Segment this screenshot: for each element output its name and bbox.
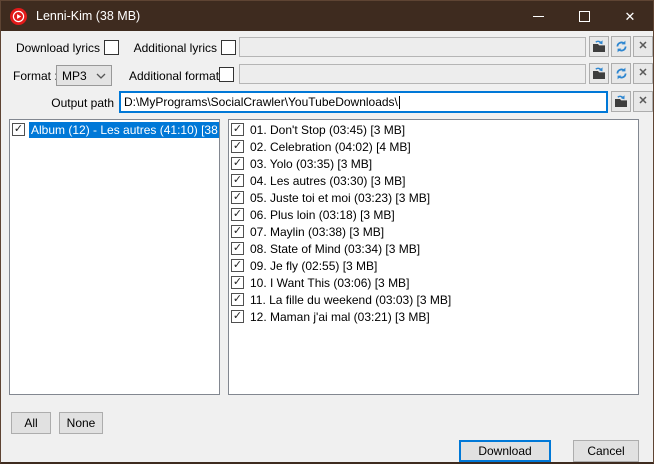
track-list-item[interactable]: 09. Je fly (02:55) [3 MB]	[229, 257, 638, 274]
additional-lyrics-field[interactable]	[239, 37, 586, 57]
additional-formats-checkbox[interactable]	[219, 67, 234, 82]
track-list-item[interactable]: 08. State of Mind (03:34) [3 MB]	[229, 240, 638, 257]
cancel-button[interactable]: Cancel	[573, 440, 639, 462]
window-controls: ✕	[515, 1, 653, 31]
folder-import-icon	[592, 67, 606, 80]
track-list-item-label: 11. La fille du weekend (03:03) [3 MB]	[248, 292, 453, 308]
close-icon: ✕	[625, 10, 636, 23]
output-path-input[interactable]: D:\MyPrograms\SocialCrawler\YouTubeDownl…	[119, 91, 608, 113]
additional-lyrics-checkbox[interactable]	[221, 40, 236, 55]
checkbox-icon[interactable]	[231, 310, 244, 323]
output-path-label: Output path	[29, 96, 114, 110]
download-button[interactable]: Download	[459, 440, 551, 462]
checkbox-icon[interactable]	[231, 157, 244, 170]
select-all-button[interactable]: All	[11, 412, 51, 434]
text-caret	[399, 96, 400, 109]
additional-formats-field[interactable]	[239, 64, 586, 84]
lyrics-refresh-button[interactable]	[611, 36, 631, 57]
minimize-icon	[533, 16, 544, 17]
titlebar: Lenni-Kim (38 MB) ✕	[1, 1, 653, 31]
clear-icon: ✕	[638, 41, 647, 52]
track-list-item-label: 07. Maylin (03:38) [3 MB]	[248, 224, 386, 240]
minimize-button[interactable]	[515, 1, 561, 31]
maximize-icon	[579, 11, 590, 22]
download-lyrics-checkbox[interactable]	[104, 40, 119, 55]
download-lyrics-label: Download lyrics	[15, 41, 100, 55]
track-list-item[interactable]: 03. Yolo (03:35) [3 MB]	[229, 155, 638, 172]
album-list[interactable]: Album (12) - Les autres (41:10) [38 MB]	[9, 119, 220, 395]
track-list-item-label: 09. Je fly (02:55) [3 MB]	[248, 258, 379, 274]
track-list-item[interactable]: 02. Celebration (04:02) [4 MB]	[229, 138, 638, 155]
track-list-item-label: 06. Plus loin (03:18) [3 MB]	[248, 207, 397, 223]
checkbox-icon[interactable]	[231, 225, 244, 238]
track-list-item[interactable]: 06. Plus loin (03:18) [3 MB]	[229, 206, 638, 223]
checkbox-icon[interactable]	[231, 140, 244, 153]
lyrics-clear-button[interactable]: ✕	[633, 36, 653, 57]
app-window: Lenni-Kim (38 MB) ✕ Download lyrics Addi…	[0, 0, 654, 464]
checkbox-icon[interactable]	[231, 242, 244, 255]
track-list-item-label: 03. Yolo (03:35) [3 MB]	[248, 156, 374, 172]
checkbox-icon[interactable]	[231, 276, 244, 289]
window-title: Lenni-Kim (38 MB)	[36, 9, 140, 23]
album-list-item[interactable]: Album (12) - Les autres (41:10) [38 MB]	[10, 121, 219, 138]
track-list-item[interactable]: 07. Maylin (03:38) [3 MB]	[229, 223, 638, 240]
format-value: MP3	[62, 69, 87, 83]
youtube-music-icon	[10, 8, 27, 25]
album-list-item-label: Album (12) - Les autres (41:10) [38 MB]	[29, 122, 220, 138]
track-list-item-label: 05. Juste toi et moi (03:23) [3 MB]	[248, 190, 432, 206]
track-list-item-label: 02. Celebration (04:02) [4 MB]	[248, 139, 413, 155]
checkbox-icon[interactable]	[231, 191, 244, 204]
additional-formats-label: Additional formats	[129, 69, 215, 83]
checkbox-icon[interactable]	[12, 123, 25, 136]
formats-clear-button[interactable]: ✕	[633, 63, 653, 84]
close-button[interactable]: ✕	[607, 1, 653, 31]
track-list-item[interactable]: 04. Les autres (03:30) [3 MB]	[229, 172, 638, 189]
formats-refresh-button[interactable]	[611, 63, 631, 84]
track-list-item[interactable]: 01. Don't Stop (03:45) [3 MB]	[229, 121, 638, 138]
format-dropdown[interactable]: MP3	[56, 65, 112, 86]
track-list[interactable]: 01. Don't Stop (03:45) [3 MB] 02. Celebr…	[228, 119, 639, 395]
additional-lyrics-label: Additional lyrics	[131, 41, 217, 55]
track-list-item[interactable]: 10. I Want This (03:06) [3 MB]	[229, 274, 638, 291]
refresh-icon	[615, 40, 628, 53]
chevron-down-icon	[96, 73, 106, 79]
checkbox-icon[interactable]	[231, 208, 244, 221]
checkbox-icon[interactable]	[231, 123, 244, 136]
track-list-item-label: 12. Maman j'ai mal (03:21) [3 MB]	[248, 309, 432, 325]
checkbox-icon[interactable]	[231, 293, 244, 306]
clear-icon: ✕	[638, 96, 647, 107]
format-label: Format :	[13, 69, 58, 83]
output-path-browse-button[interactable]	[611, 91, 631, 112]
refresh-icon	[615, 67, 628, 80]
output-path-value: D:\MyPrograms\SocialCrawler\YouTubeDownl…	[124, 95, 398, 109]
checkbox-icon[interactable]	[231, 259, 244, 272]
folder-import-icon	[592, 40, 606, 53]
checkbox-icon[interactable]	[231, 174, 244, 187]
track-list-item[interactable]: 11. La fille du weekend (03:03) [3 MB]	[229, 291, 638, 308]
output-path-clear-button[interactable]: ✕	[633, 91, 653, 112]
track-list-item-label: 10. I Want This (03:06) [3 MB]	[248, 275, 411, 291]
select-none-button[interactable]: None	[59, 412, 103, 434]
track-list-item-label: 04. Les autres (03:30) [3 MB]	[248, 173, 407, 189]
track-list-item-label: 08. State of Mind (03:34) [3 MB]	[248, 241, 422, 257]
track-list-item-label: 01. Don't Stop (03:45) [3 MB]	[248, 122, 407, 138]
track-list-item[interactable]: 12. Maman j'ai mal (03:21) [3 MB]	[229, 308, 638, 325]
maximize-button[interactable]	[561, 1, 607, 31]
clear-icon: ✕	[638, 68, 647, 79]
formats-browse-button[interactable]	[589, 63, 609, 84]
track-list-item[interactable]: 05. Juste toi et moi (03:23) [3 MB]	[229, 189, 638, 206]
folder-import-icon	[614, 95, 628, 108]
lyrics-browse-button[interactable]	[589, 36, 609, 57]
